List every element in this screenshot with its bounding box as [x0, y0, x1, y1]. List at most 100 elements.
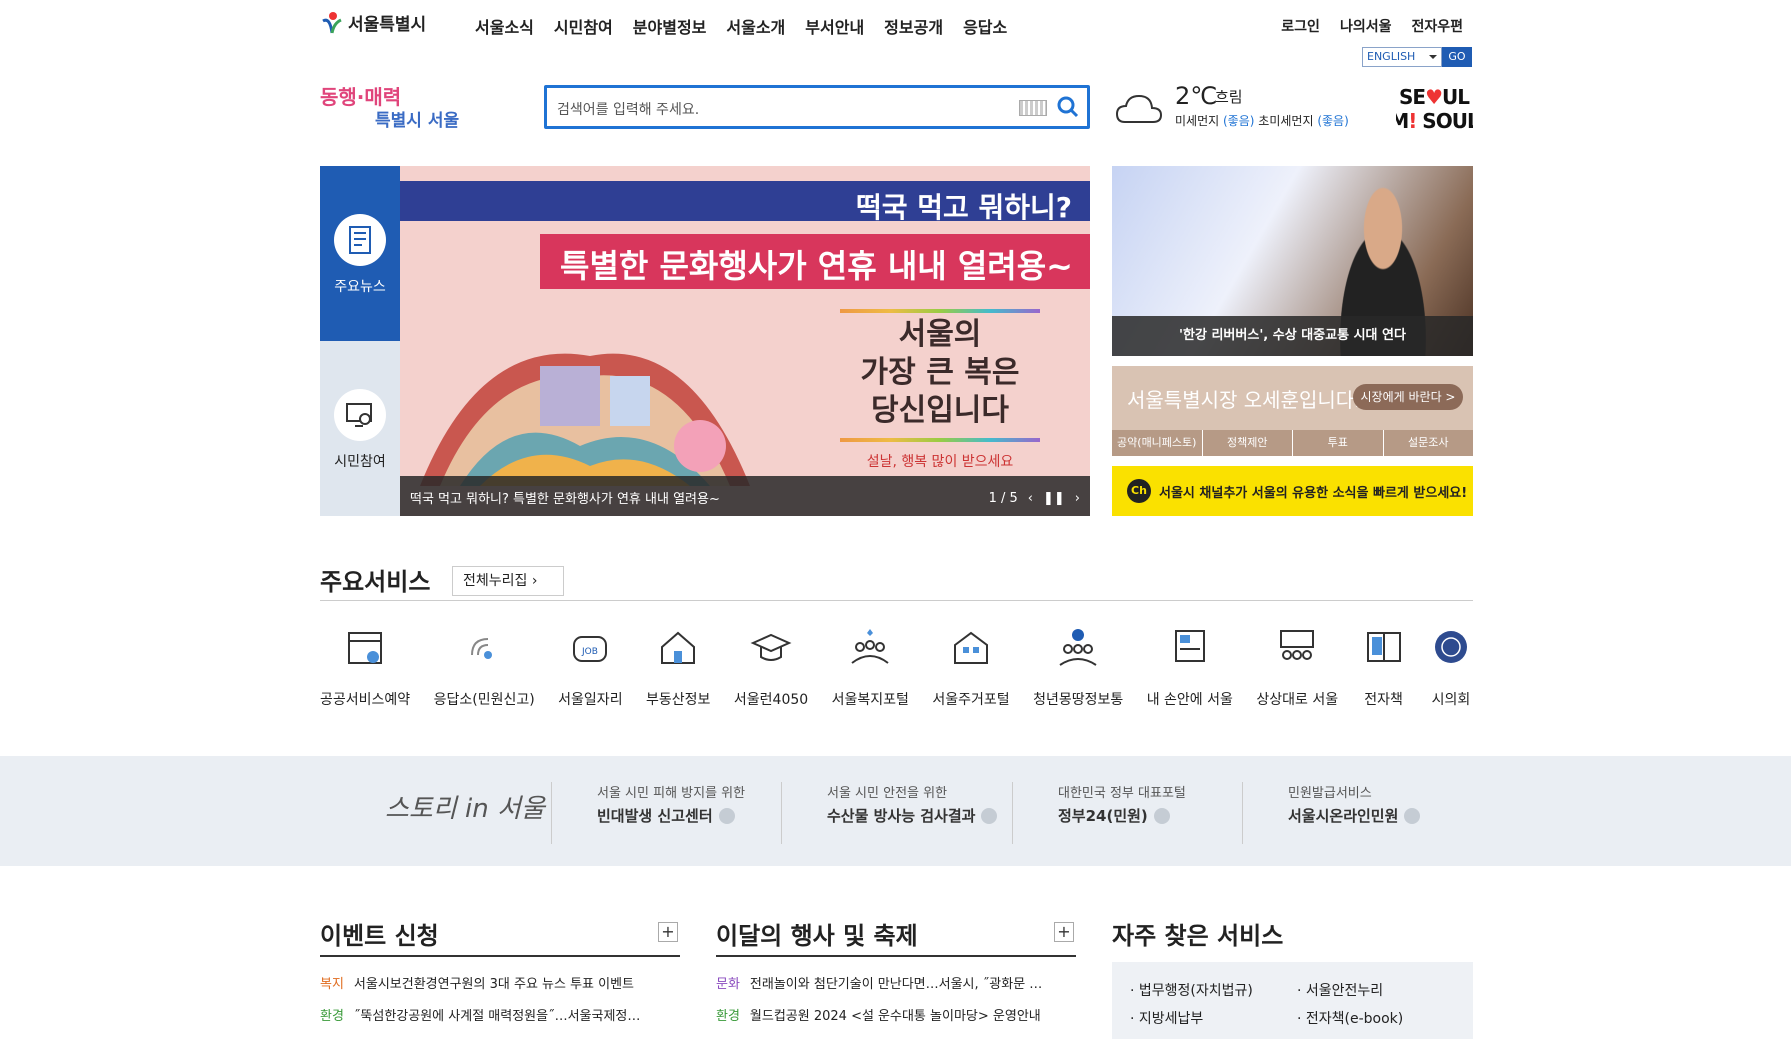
search-box[interactable]: 검색어를 입력해 주세요.	[544, 85, 1090, 129]
gnb-item-departments[interactable]: 부서안내	[805, 14, 864, 38]
search-icon[interactable]	[1057, 96, 1079, 118]
all-sites-button[interactable]: 전체누리집 ›	[452, 566, 564, 596]
keyboard-icon[interactable]	[1019, 100, 1047, 116]
youth-group-icon	[1059, 629, 1097, 666]
gnb-item-info[interactable]: 분야별정보	[633, 14, 707, 38]
banner-main-message: 서울의 가장 큰 복은 당신입니다	[820, 316, 1060, 430]
people-heart-icon	[851, 629, 889, 664]
ultrafine-dust-label: 초미세먼지	[1258, 114, 1314, 128]
services-title: 주요서비스	[320, 568, 431, 596]
events-more-icon[interactable]: +	[658, 922, 678, 942]
service-seoul-in-hand[interactable]: 내 손안에 서울	[1147, 625, 1233, 709]
festivals-more-icon[interactable]: +	[1054, 922, 1074, 942]
arrow-icon	[981, 807, 998, 824]
prev-icon[interactable]: ‹	[1028, 491, 1033, 506]
gnb-item-disclosure[interactable]: 정보공개	[884, 14, 943, 38]
frequent-service-item[interactable]: · 법무행정(자치법규)	[1130, 980, 1253, 1000]
mayor-sub-vote[interactable]: 투표	[1293, 430, 1384, 456]
main-banner[interactable]: 떡국 먹고 뭐하니? 특별한 문화행사가 연휴 내내 열려용~ 서울의 가장 큰…	[400, 166, 1090, 516]
top-bar: 서울특별시 서울소식 시민참여 분야별정보 서울소개 부서안내 정보공개 응답소…	[320, 8, 1473, 42]
kakao-channel-banner[interactable]: Ch 서울시 채널추가 서울의 유용한 소식을 빠르게 받으세요!	[1112, 466, 1473, 516]
frequent-service-item[interactable]: · 지방세납부	[1130, 1008, 1203, 1028]
visual-tabs: 주요뉴스 시민참여	[320, 166, 400, 516]
frequent-service-item[interactable]: · 전자책(e-book)	[1297, 1008, 1403, 1028]
service-label: 시의회	[1431, 692, 1471, 708]
river-bus-news-card[interactable]: '한강 리버버스', 수상 대중교통 시대 연다	[1112, 166, 1473, 356]
service-jobs[interactable]: JOB 서울일자리	[558, 625, 623, 709]
seoul-logo[interactable]: 서울특별시	[320, 10, 426, 35]
tab-citizen-participation[interactable]: 시민참여	[320, 341, 400, 516]
search-input[interactable]: 검색어를 입력해 주세요.	[557, 99, 699, 119]
service-label: 내 손안에 서울	[1146, 692, 1233, 708]
calendar-icon	[348, 632, 383, 664]
seoul-my-soul-logo[interactable]: SE♥UL M! SOUL	[1396, 82, 1473, 132]
event-title: ˝뚝섬한강공원에 사계절 매력정원을˝…서울국제정…	[353, 1009, 641, 1024]
svg-text:SE♥UL: SE♥UL	[1399, 85, 1470, 109]
quicklink-bedbug[interactable]: 서울 시민 피해 방지를 위한 빈대발생 신고센터	[551, 782, 745, 844]
banner-caption: 떡국 먹고 뭐하니? 특별한 문화행사가 연휴 내내 열려용~	[400, 476, 1090, 516]
service-label: 부동산정보	[646, 692, 711, 708]
next-icon[interactable]: ›	[1075, 491, 1080, 506]
service-seoul-run[interactable]: 서울런4050	[734, 625, 808, 709]
service-city-council[interactable]: 시의회	[1429, 625, 1473, 709]
festival-item[interactable]: 문화 전래놀이와 첨단기술이 만난다면…서울시, ˝광화문 …	[716, 973, 1076, 992]
story-in-seoul-logo[interactable]: 스토리 in 서울	[385, 788, 545, 825]
house-icon	[661, 631, 696, 664]
event-title: 서울시보건환경연구원의 3대 주요 뉴스 투표 이벤트	[353, 977, 635, 992]
mayor-sub-survey[interactable]: 설문조사	[1384, 430, 1474, 456]
service-imagination-seoul[interactable]: 상상대로 서울	[1256, 625, 1338, 709]
mayor-sub-proposal[interactable]: 정책제안	[1203, 430, 1293, 456]
graduation-cap-icon	[750, 633, 792, 661]
banner-line-1: 서울의	[898, 317, 982, 352]
mayor-subnav: 공약(매니페스토) 정책제안 투표 설문조사	[1112, 430, 1473, 456]
festival-item[interactable]: 환경 월드컵공원 2024 <설 운수대통 놀이마당> 운영안내	[716, 1005, 1076, 1024]
service-ebook[interactable]: 전자책	[1362, 625, 1406, 709]
slogan-logo[interactable]: 동행·매력 특별시 서울	[320, 80, 460, 130]
logo-text: 서울특별시	[348, 15, 427, 35]
service-housing[interactable]: 서울주거포털	[932, 625, 1010, 709]
my-seoul-link[interactable]: 나의서울	[1340, 16, 1392, 36]
festivals-title: 이달의 행사 및 축제	[716, 922, 918, 950]
quicklink-sub: 민원발급서비스	[1288, 786, 1372, 801]
service-real-estate[interactable]: 부동산정보	[646, 625, 710, 709]
tab-main-news[interactable]: 주요뉴스	[320, 166, 400, 341]
service-welfare[interactable]: 서울복지포털	[832, 625, 909, 709]
email-link[interactable]: 전자우편	[1411, 16, 1463, 36]
book-icon	[1366, 632, 1401, 662]
frequent-service-item[interactable]: · 서울안전누리	[1297, 980, 1383, 1000]
language-select[interactable]: ENGLISH	[1362, 47, 1442, 67]
event-item[interactable]: 환경 ˝뚝섬한강공원에 사계절 매력정원을˝…서울국제정…	[320, 1005, 680, 1024]
festival-category: 환경	[716, 1009, 740, 1024]
service-label: 서울런4050	[733, 692, 809, 708]
mayor-banner[interactable]: 서울특별시장 오세훈입니다. 시장에게 바란다 > 공약(매니페스토) 정책제안…	[1112, 366, 1473, 456]
gnb-item-eungdapso[interactable]: 응답소	[963, 14, 1007, 38]
quicklink-online-civil[interactable]: 민원발급서비스 서울시온라인민원	[1242, 782, 1421, 844]
seoul-logo-icon	[322, 11, 342, 33]
svg-text:M! SOUL: M! SOUL	[1396, 109, 1473, 132]
global-nav: 서울소식 시민참여 분야별정보 서울소개 부서안내 정보공개 응답소	[475, 14, 1007, 38]
all-sites-label: 전체누리집	[463, 573, 528, 589]
quicklink-seafood[interactable]: 서울 시민 안전을 위한 수산물 방사능 검사결과	[781, 782, 998, 844]
gnb-item-news[interactable]: 서울소식	[475, 14, 534, 38]
gnb-item-about[interactable]: 서울소개	[726, 14, 785, 38]
festival-category: 문화	[716, 977, 740, 992]
gnb-item-participation[interactable]: 시민참여	[554, 14, 613, 38]
pause-icon[interactable]: ❚❚	[1043, 491, 1065, 506]
quicklink-sub: 서울 시민 피해 방지를 위한	[597, 786, 746, 801]
mayor-sub-manifesto[interactable]: 공약(매니페스토)	[1112, 430, 1203, 456]
event-item[interactable]: 복지 서울시보건환경연구원의 3대 주요 뉴스 투표 이벤트	[320, 973, 680, 992]
ask-mayor-button[interactable]: 시장에게 바란다 >	[1353, 384, 1463, 410]
arrow-icon	[1153, 807, 1170, 824]
banner-subheadline: 특별한 문화행사가 연휴 내내 열려용~	[560, 247, 1073, 285]
service-public-reservation[interactable]: 공공서비스예약	[320, 625, 410, 709]
service-eungdapso[interactable]: 응답소(민원신고)	[434, 625, 535, 709]
quicklink-gov24[interactable]: 대한민국 정부 대표포털 정부24(민원)	[1012, 782, 1186, 844]
language-go-button[interactable]: GO	[1442, 47, 1472, 67]
events-title: 이벤트 신청	[320, 922, 439, 950]
language-selector: ENGLISH GO	[1362, 47, 1472, 67]
utility-nav: 로그인 나의서울 전자우편	[1281, 16, 1463, 36]
login-link[interactable]: 로그인	[1281, 16, 1320, 36]
service-youth[interactable]: 청년몽땅정보통	[1033, 625, 1123, 709]
cloud-icon	[1115, 94, 1163, 123]
festival-title: 전래놀이와 첨단기술이 만난다면…서울시, ˝광화문 …	[749, 977, 1043, 992]
